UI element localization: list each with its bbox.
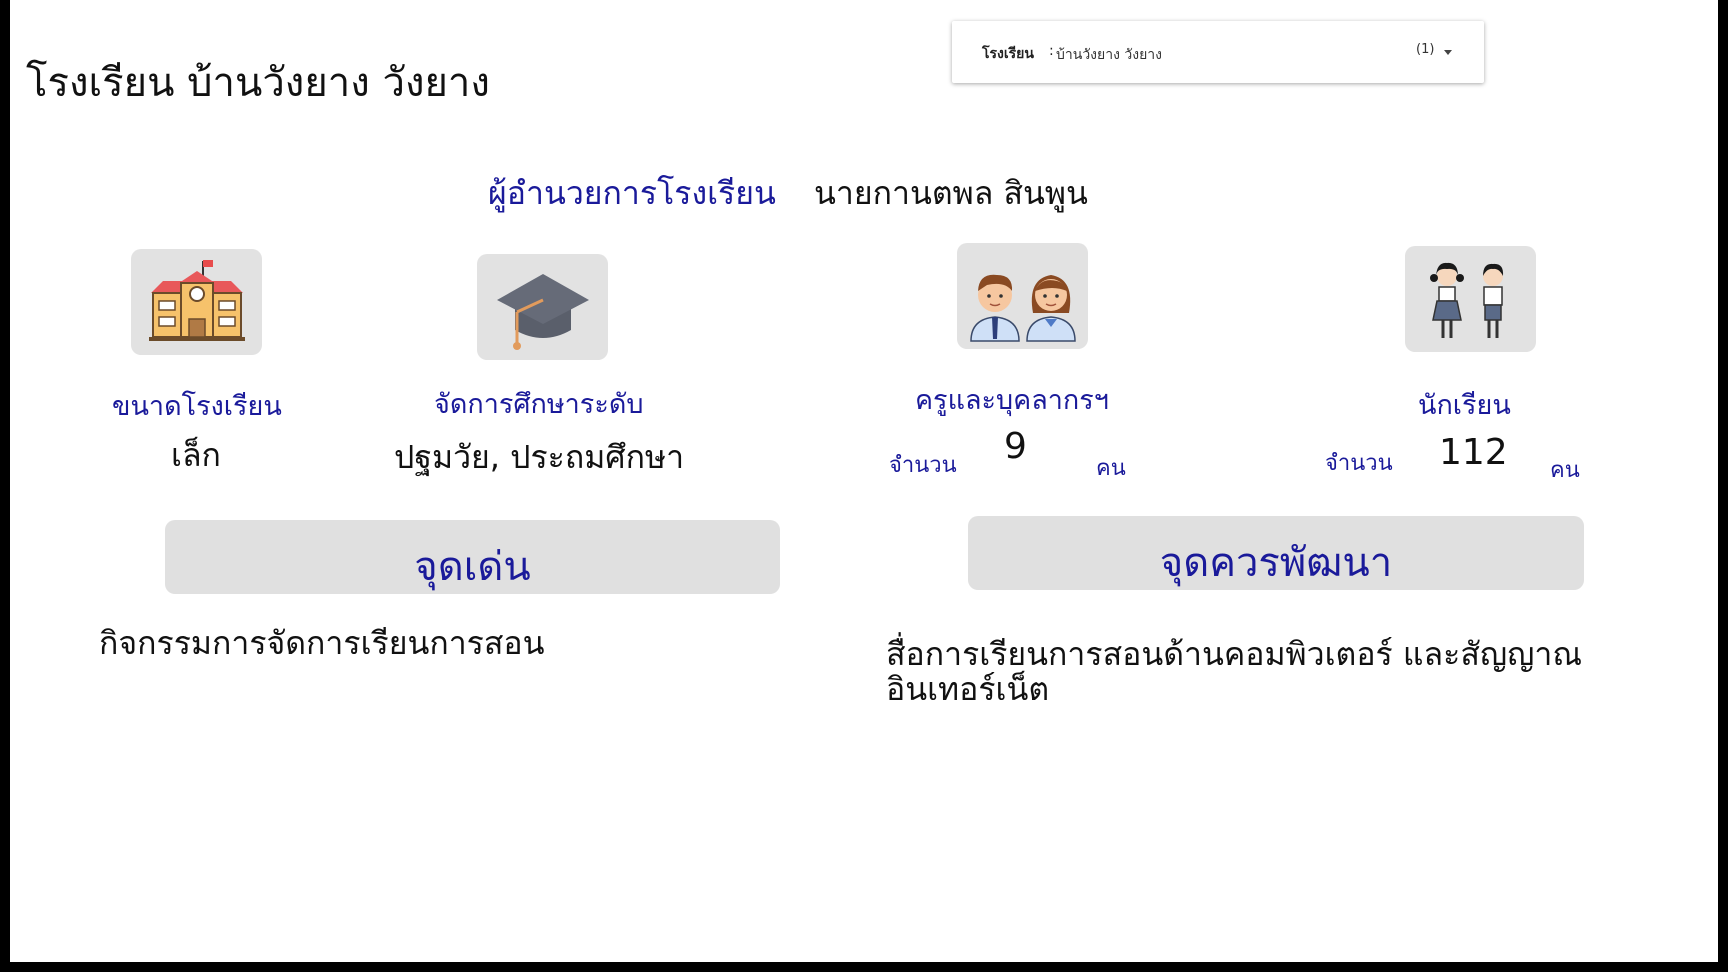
education-level-label: จัดการศึกษาระดับ xyxy=(434,389,644,420)
chevron-down-icon[interactable] xyxy=(1444,50,1452,55)
teachers-label: ครูและบุคลากรฯ xyxy=(915,385,1109,416)
improvements-heading: จุดควรพัฒนา xyxy=(1159,540,1393,586)
students-count: 112 xyxy=(1439,432,1508,473)
director-name: นายกานตพล สินพูน xyxy=(814,174,1088,212)
improvements-text-line1: สื่อการเรียนการสอนด้านคอมพิวเตอร์ และสัญ… xyxy=(886,635,1583,673)
strengths-heading: จุดเด่น xyxy=(414,544,531,590)
director-label: ผู้อำนวยการโรงเรียน xyxy=(488,174,776,212)
improvements-banner: จุดควรพัฒนา xyxy=(968,516,1584,590)
students-icon xyxy=(1405,246,1536,352)
students-label: นักเรียน xyxy=(1418,390,1511,421)
graduation-cap-icon xyxy=(477,254,608,360)
filter-selection-count: (1) xyxy=(1416,42,1435,57)
teachers-icon xyxy=(957,243,1088,349)
school-size-value: เล็ก xyxy=(171,436,221,474)
teachers-count-label: จำนวน xyxy=(889,453,957,478)
education-level-value: ปฐมวัย, ประถมศึกษา xyxy=(394,438,685,476)
strengths-banner: จุดเด่น xyxy=(165,520,780,594)
filter-separator: : xyxy=(1049,43,1054,59)
school-building-icon xyxy=(131,249,262,355)
improvements-text-line2: อินเทอร์เน็ต xyxy=(886,670,1050,708)
report-canvas: โรงเรียน บ้านวังยาง วังยาง โรงเรียน : บ้… xyxy=(10,0,1718,962)
page-title: โรงเรียน บ้านวังยาง วังยาง xyxy=(26,60,490,106)
teachers-unit: คน xyxy=(1096,456,1126,481)
teachers-count: 9 xyxy=(1004,426,1027,467)
students-unit: คน xyxy=(1550,458,1580,483)
strengths-text: กิจกรรมการจัดการเรียนการสอน xyxy=(99,624,545,662)
school-size-label: ขนาดโรงเรียน xyxy=(112,391,282,422)
students-count-label: จำนวน xyxy=(1325,451,1393,476)
filter-label: โรงเรียน xyxy=(982,46,1034,62)
school-filter-dropdown[interactable]: โรงเรียน : บ้านวังยาง วังยาง (1) xyxy=(952,21,1484,83)
filter-selected-value: บ้านวังยาง วังยาง xyxy=(1056,47,1162,63)
